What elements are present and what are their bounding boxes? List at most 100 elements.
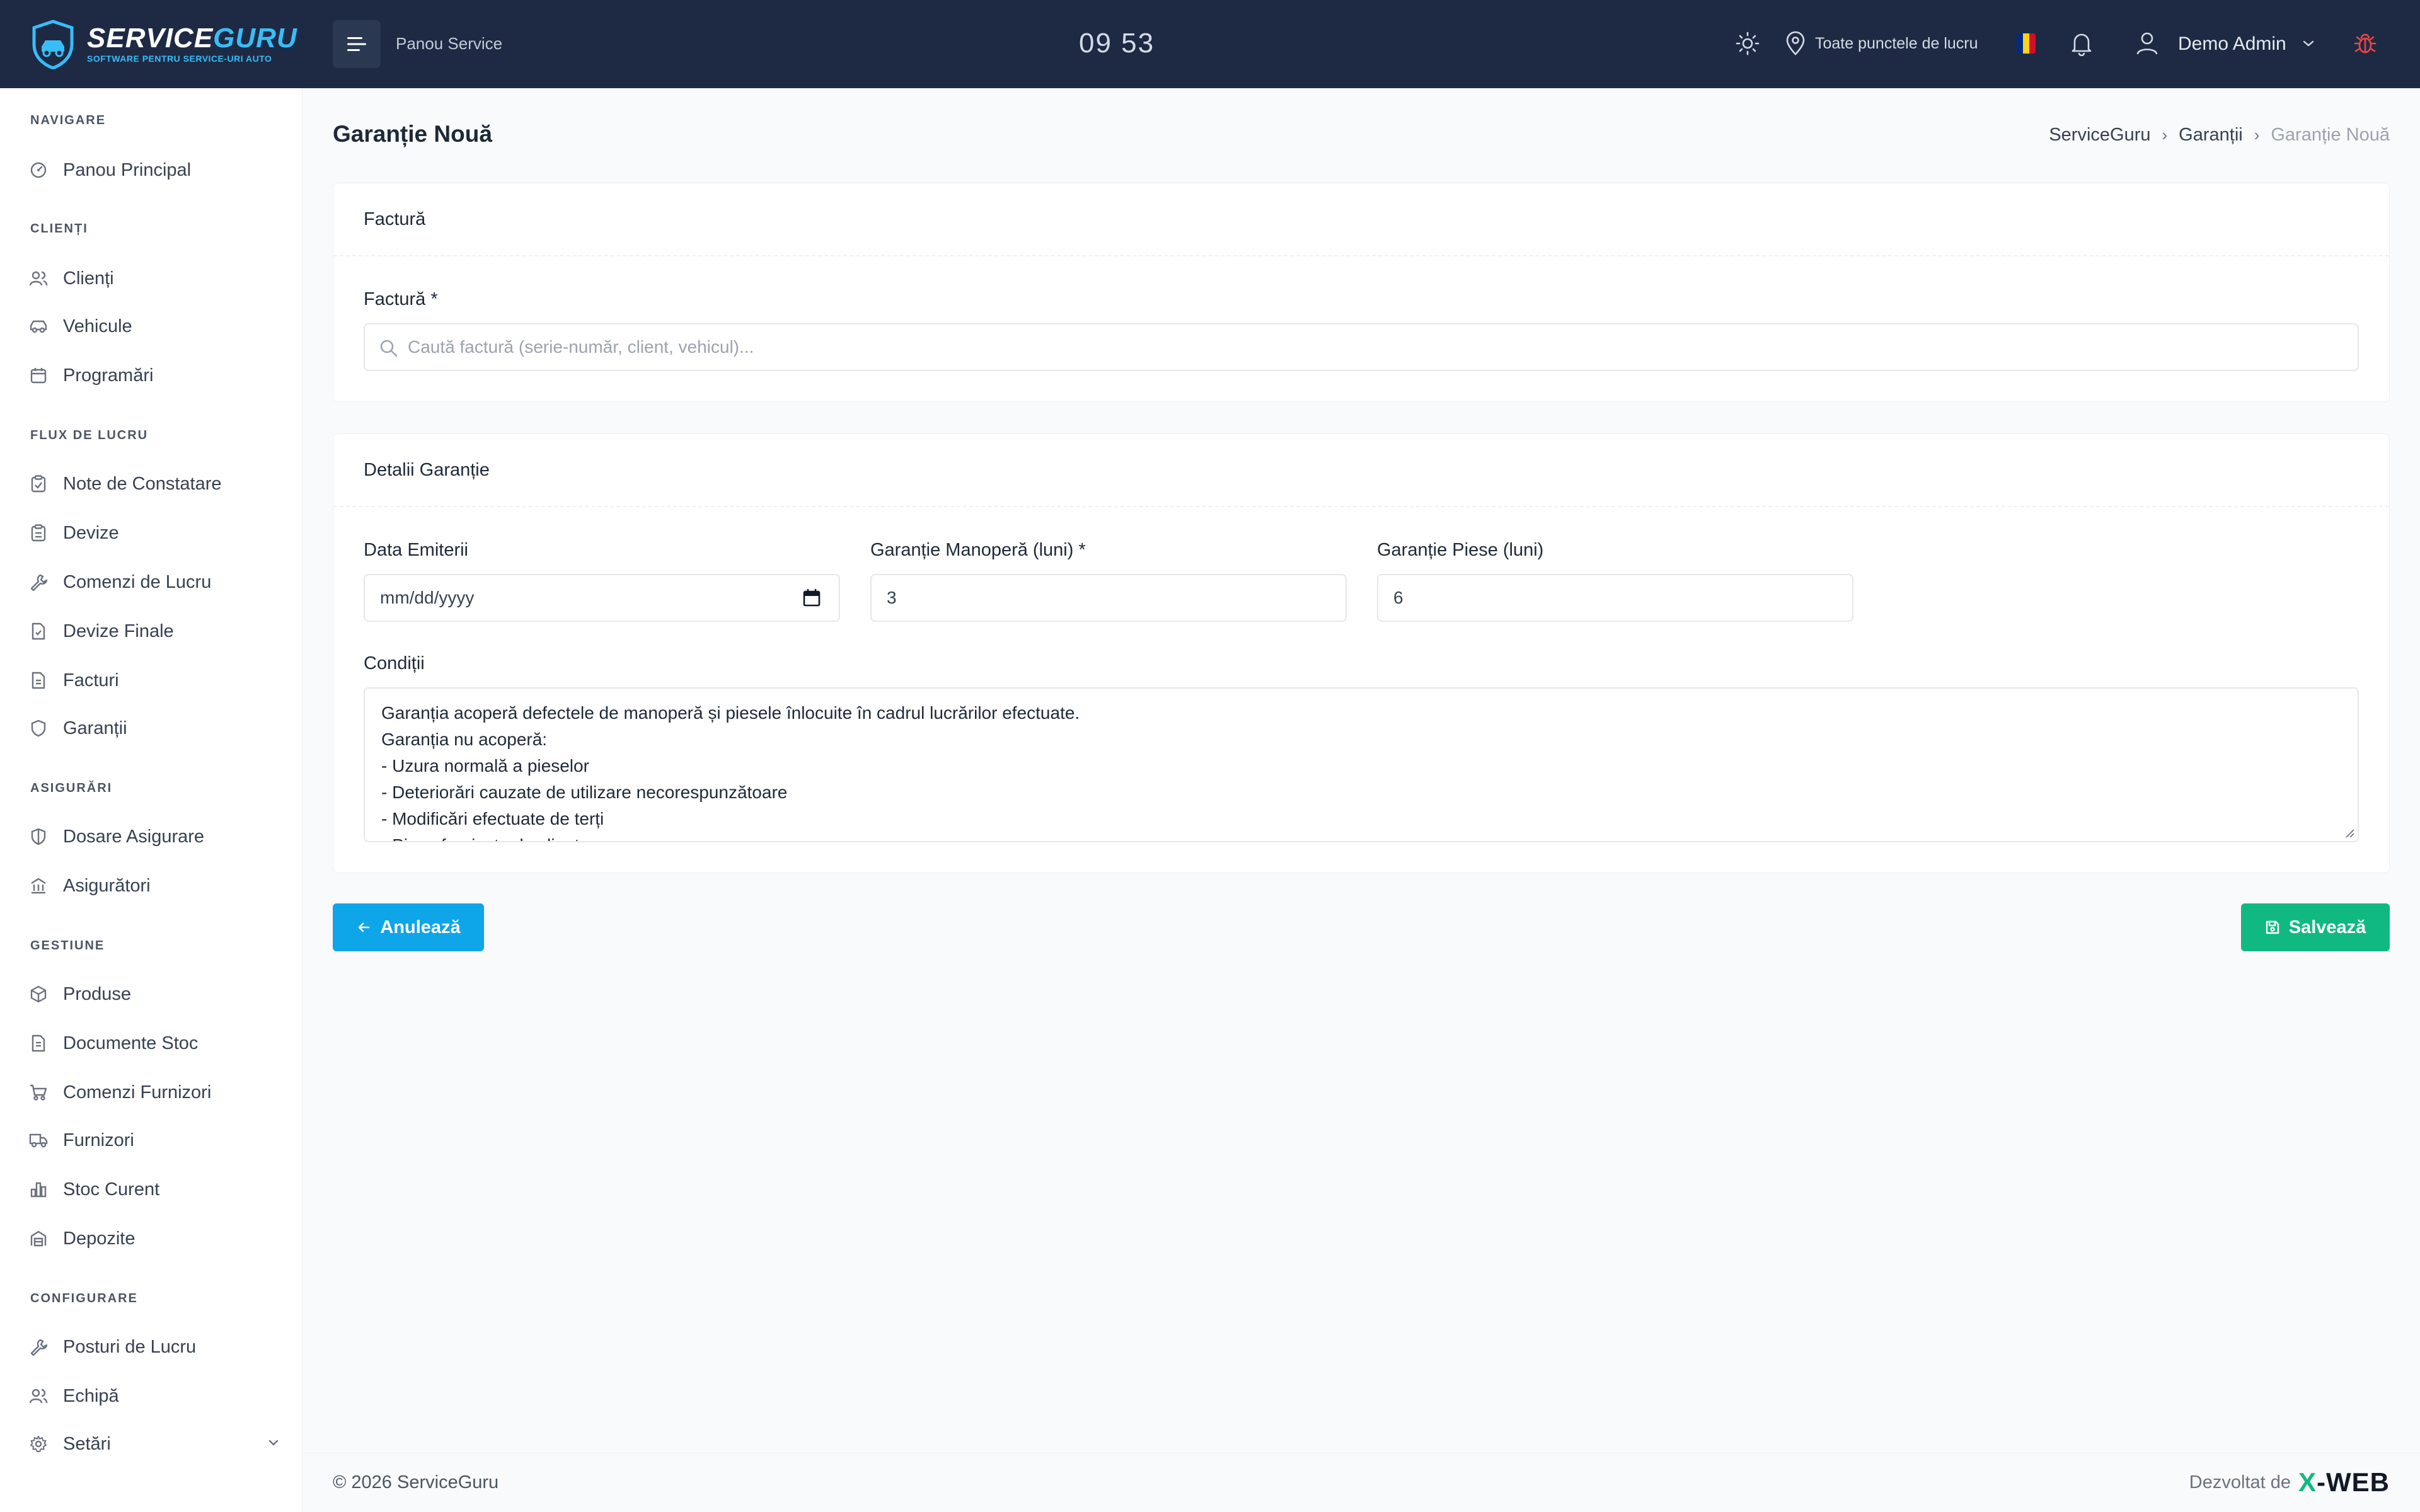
conditions-line: - Uzura normală a pieselor: [381, 756, 589, 776]
sidebar-item-facturi[interactable]: Facturi: [29, 663, 281, 698]
location-label[interactable]: Toate punctele de lucru: [1815, 35, 1978, 53]
sidebar-toggle-button[interactable]: [333, 20, 381, 68]
user-menu-button[interactable]: [2133, 29, 2162, 58]
conditions-line: - Deteriorări cauzate de utilizare necor…: [381, 782, 788, 802]
sun-icon: [1736, 32, 1760, 55]
breadcrumb-link-garantii[interactable]: Garanții: [2179, 125, 2243, 146]
sidebar-item-programari[interactable]: Programări: [29, 358, 281, 393]
parts-warranty-input[interactable]: 6: [1377, 574, 1853, 622]
save-button[interactable]: Salvează: [2241, 903, 2390, 951]
bar-chart-icon: [30, 1182, 47, 1198]
labor-warranty-label: Garanție Manoperă (luni) *: [870, 540, 1086, 560]
save-button-label: Salvează: [2288, 917, 2366, 937]
clipboard-list-icon: [31, 524, 46, 542]
user-name[interactable]: Demo Admin: [2178, 33, 2286, 55]
sidebar-item-garantii[interactable]: Garanții: [29, 711, 281, 746]
dashboard-icon: [30, 162, 47, 178]
sidebar-item-note-de-constatare[interactable]: Note de Constatare: [29, 466, 281, 501]
labor-warranty-input[interactable]: 3: [870, 574, 1347, 622]
sidebar-item-asiguratori[interactable]: Asigurători: [29, 868, 281, 903]
labor-warranty-value: 3: [887, 588, 897, 607]
car-icon: [30, 320, 47, 333]
bell-icon: [2071, 33, 2092, 56]
sidebar-item-depozite[interactable]: Depozite: [29, 1221, 281, 1256]
file-text-icon: [32, 672, 45, 689]
parts-warranty-label: Garanție Piese (luni): [1377, 540, 1544, 560]
sidebar: NAVIGARE Panou Principal CLIENȚI Clienți…: [0, 88, 302, 1512]
clock: 09 53: [1079, 28, 1155, 59]
sidebar-item-clienti[interactable]: Clienți: [29, 261, 281, 296]
conditions-line: - Modificări efectuate de terți: [381, 809, 604, 828]
app-logo[interactable]: SERVICEGURU SOFTWARE PENTRU SERVICE-URI …: [29, 19, 297, 69]
invoice-card: Factură Factură * Caută factură (serie-n…: [333, 183, 2390, 402]
user-icon: [2136, 32, 2158, 55]
conditions-line: Garanția nu acoperă:: [381, 730, 548, 749]
breadcrumb: ServiceGuru › Garanții › Garanție Nouă: [2049, 125, 2390, 146]
flag-icon[interactable]: [2017, 33, 2036, 54]
issue-date-value: mm/dd/yyyy: [380, 588, 475, 607]
arrow-left-icon: [359, 922, 370, 932]
users-icon: [29, 1389, 48, 1404]
document-icon: [32, 1034, 45, 1052]
users-icon: [29, 271, 48, 286]
top-bar: SERVICEGURU SOFTWARE PENTRU SERVICE-URI …: [0, 0, 2420, 88]
save-icon: [2266, 920, 2279, 934]
breadcrumb-link-home[interactable]: ServiceGuru: [2049, 125, 2150, 146]
logo-shield-icon: [32, 20, 74, 69]
sidebar-item-vehicule[interactable]: Vehicule: [29, 309, 281, 344]
warranty-details-title: Detalii Garanție: [364, 459, 490, 480]
sidebar-item-echipa[interactable]: Echipă: [29, 1378, 281, 1414]
location-selector[interactable]: [1781, 29, 1810, 58]
sidebar-item-furnizori[interactable]: Furnizori: [29, 1123, 281, 1158]
developed-by-label: Dezvoltat de: [2189, 1472, 2291, 1492]
calendar-icon[interactable]: [802, 588, 821, 608]
issue-date-field[interactable]: mm/dd/yyyy: [364, 574, 840, 622]
sidebar-item-posturi-de-lucru[interactable]: Posturi de Lucru: [29, 1329, 281, 1365]
sidebar-item-produse[interactable]: Produse: [29, 976, 281, 1012]
sidebar-section-title: NAVIGARE: [30, 113, 107, 127]
sidebar-item-devize-finale[interactable]: Devize Finale: [29, 614, 281, 649]
cancel-button[interactable]: Anulează: [333, 903, 484, 951]
bug-icon: [2354, 33, 2377, 54]
sidebar-item-dosare-asigurare[interactable]: Dosare Asigurare: [29, 819, 281, 854]
chevron-down-icon: [268, 1440, 279, 1446]
invoice-search-input[interactable]: Caută factură (serie-număr, client, vehi…: [364, 323, 2359, 371]
copyright-text: © 2026 ServiceGuru: [333, 1472, 499, 1492]
warranty-details-header: Detalii Garanție: [333, 434, 2389, 507]
footer: © 2026 ServiceGuru Dezvoltat de X-WEB: [302, 1453, 2420, 1512]
menu-icon: [347, 37, 366, 51]
truck-icon: [29, 1133, 48, 1148]
warranty-details-card: Detalii Garanție Data Emiterii mm/dd/yyy…: [333, 433, 2390, 873]
sidebar-section-title: ASIGURĂRI: [30, 781, 113, 795]
panel-label: Panou Service: [396, 34, 503, 53]
sidebar-section-title: GESTIUNE: [30, 939, 105, 953]
developer-credit[interactable]: Dezvoltat de X-WEB: [2189, 1467, 2390, 1498]
resize-handle-icon[interactable]: [2344, 827, 2355, 839]
sidebar-item-documente-stoc[interactable]: Documente Stoc: [29, 1026, 281, 1061]
chevron-down-icon: [2303, 40, 2314, 47]
warehouse-icon: [30, 1230, 47, 1247]
file-check-icon: [32, 622, 45, 640]
sidebar-item-comenzi-de-lucru[interactable]: Comenzi de Lucru: [29, 564, 281, 600]
calendar-icon: [30, 368, 47, 384]
user-menu-chevron[interactable]: [2294, 29, 2323, 58]
parts-warranty-value: 6: [1393, 588, 1403, 607]
gear-icon: [30, 1436, 47, 1452]
logo-title: SERVICEGURU: [87, 23, 297, 54]
notifications-button[interactable]: [2067, 29, 2096, 58]
invoice-card-header: Factură: [333, 183, 2389, 256]
sidebar-item-devize[interactable]: Devize: [29, 515, 281, 551]
cart-icon: [30, 1084, 47, 1101]
conditions-textarea[interactable]: Garanția acoperă defectele de manoperă ș…: [364, 687, 2359, 842]
conditions-label: Condiții: [364, 653, 425, 673]
bug-report-button[interactable]: [2351, 29, 2380, 58]
sidebar-section-title: FLUX DE LUCRU: [30, 428, 149, 442]
sidebar-item-panou-principal[interactable]: Panou Principal: [29, 152, 281, 188]
sidebar-item-setari[interactable]: Setări: [29, 1426, 281, 1462]
sidebar-item-comenzi-furnizori[interactable]: Comenzi Furnizori: [29, 1075, 281, 1110]
theme-toggle-button[interactable]: [1733, 29, 1762, 58]
chevron-right-icon: ›: [2254, 125, 2260, 144]
invoice-field-label: Factură *: [364, 289, 438, 309]
conditions-line: Garanția acoperă defectele de manoperă ș…: [381, 703, 1080, 723]
sidebar-item-stoc-curent[interactable]: Stoc Curent: [29, 1172, 281, 1207]
